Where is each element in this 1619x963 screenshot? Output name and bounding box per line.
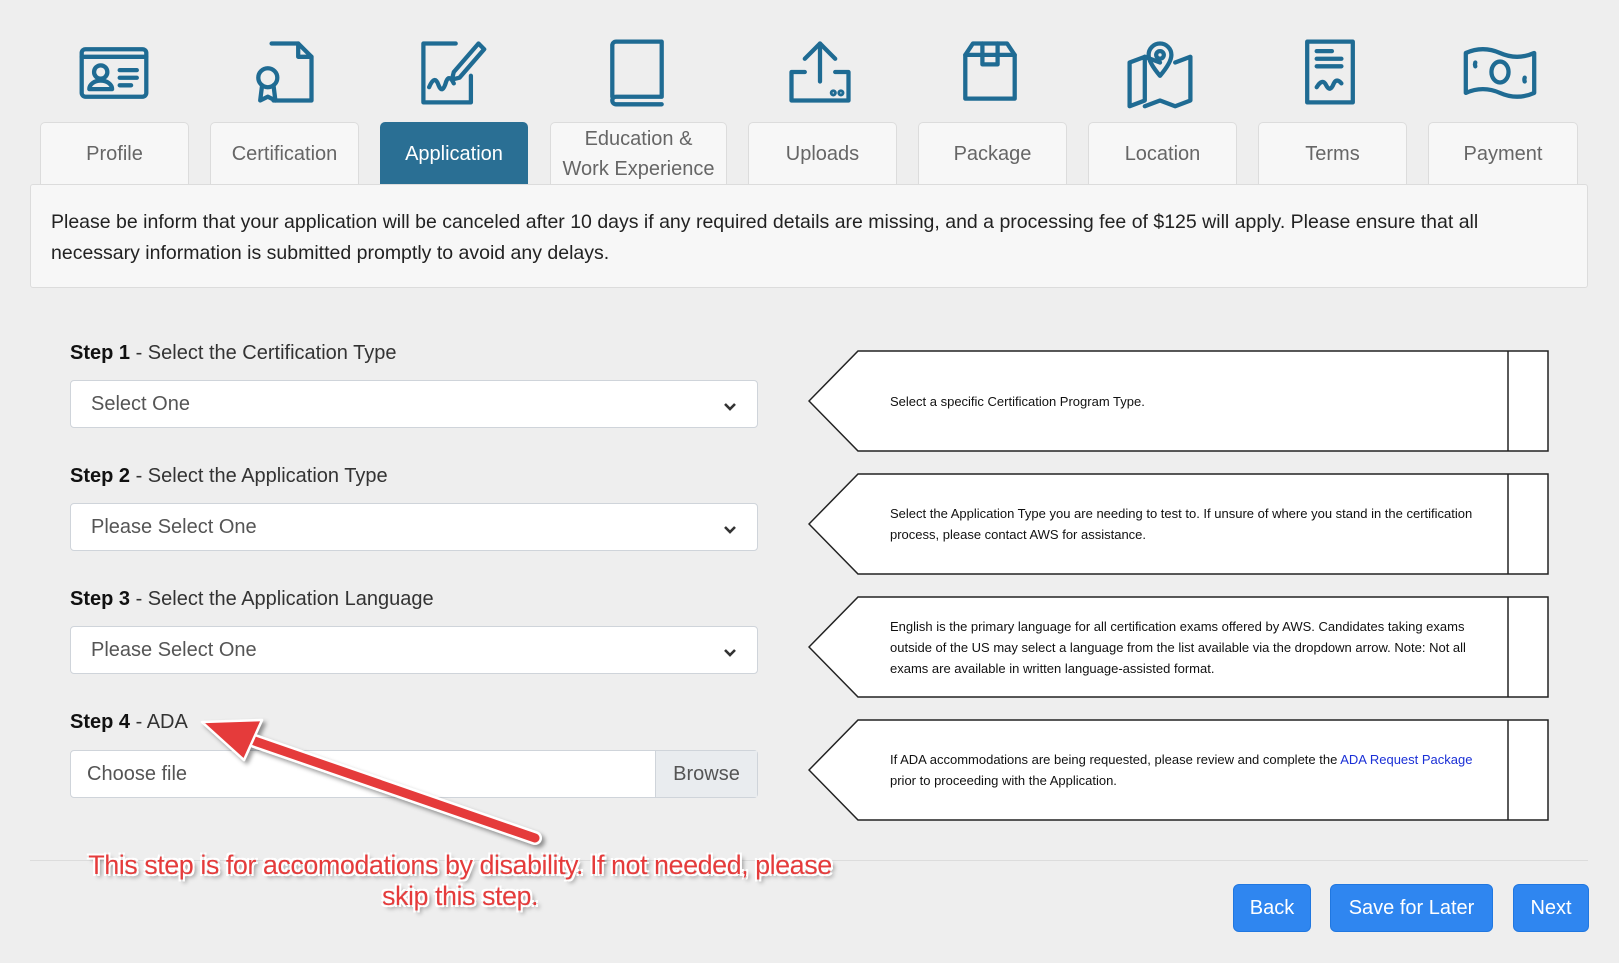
cancellation-notice: Please be inform that your application w… <box>30 184 1588 288</box>
chevron-down-icon <box>723 520 737 534</box>
help-text: Select the Application Type you are need… <box>890 506 1473 542</box>
signature-icon[interactable] <box>410 32 490 112</box>
tab-label: Location <box>1124 142 1201 165</box>
upload-icon[interactable] <box>780 32 860 112</box>
step-title: - Select the Application Type <box>130 465 388 487</box>
select-value: Please Select One <box>91 638 257 661</box>
annotation-text: This step is for accomodations by disabi… <box>60 850 860 912</box>
step-title: - Select the Certification Type <box>130 342 397 364</box>
money-icon[interactable] <box>1460 32 1540 112</box>
tab-label: Profile <box>86 142 143 165</box>
annotation-line-2: skip this step. <box>381 881 539 911</box>
tab-certification[interactable]: Certification <box>210 122 359 184</box>
help-text: English is the primary language for all … <box>890 618 1466 676</box>
tab-location[interactable]: Location <box>1088 122 1237 184</box>
book-icon[interactable] <box>597 32 677 112</box>
step-3-help-callout: English is the primary language for all … <box>808 596 1550 698</box>
step-number: Step 2 <box>70 465 131 487</box>
help-text-pre: If ADA accommodations are being requeste… <box>890 752 1341 767</box>
step-number: Step 4 <box>70 711 131 733</box>
tab-terms[interactable]: Terms <box>1258 122 1407 184</box>
tab-label: Payment <box>1463 142 1543 165</box>
tab-uploads[interactable]: Uploads <box>748 122 897 184</box>
next-button[interactable]: Next <box>1513 884 1589 932</box>
tab-label: Application <box>405 142 503 165</box>
step-3-label: Step 3 - Select the Application Language <box>70 588 434 611</box>
select-value: Please Select One <box>91 515 257 538</box>
back-button[interactable]: Back <box>1233 884 1311 932</box>
browse-button[interactable]: Browse <box>655 751 757 797</box>
tab-label: Uploads <box>785 142 860 165</box>
chevron-down-icon <box>723 397 737 411</box>
step-title: - ADA <box>130 711 188 733</box>
help-text: Select a specific Certification Program … <box>890 393 1145 409</box>
ada-file-input[interactable]: Choose file Browse <box>70 750 758 798</box>
select-value: Select One <box>91 392 190 415</box>
annotation-line-1: This step is for accomodations by disabi… <box>88 850 832 880</box>
help-text-post: prior to proceeding with the Application… <box>890 773 1117 788</box>
step-number: Step 1 <box>70 342 131 364</box>
tab-profile[interactable]: Profile <box>40 122 189 184</box>
help-text: If ADA accommodations are being requeste… <box>890 719 1490 821</box>
chevron-down-icon <box>723 643 737 657</box>
step-2-help-callout: Select the Application Type you are need… <box>808 473 1550 575</box>
tab-label: Education & Work Experience <box>562 127 715 180</box>
certification-type-select[interactable]: Select One <box>70 380 758 428</box>
application-language-select[interactable]: Please Select One <box>70 626 758 674</box>
file-placeholder: Choose file <box>87 762 188 785</box>
tab-payment[interactable]: Payment <box>1428 122 1578 184</box>
step-1-label: Step 1 - Select the Certification Type <box>70 342 396 365</box>
tab-package[interactable]: Package <box>918 122 1067 184</box>
tab-application[interactable]: Application <box>380 122 528 184</box>
document-icon[interactable] <box>1290 32 1370 112</box>
package-icon[interactable] <box>950 32 1030 112</box>
step-icons-row <box>0 32 1619 112</box>
application-type-select[interactable]: Please Select One <box>70 503 758 551</box>
step-number: Step 3 <box>70 588 131 610</box>
step-4-label: Step 4 - ADA <box>70 711 188 734</box>
tab-label: Terms <box>1305 142 1360 165</box>
map-icon[interactable] <box>1120 32 1200 112</box>
id-card-icon[interactable] <box>74 32 154 112</box>
save-for-later-button[interactable]: Save for Later <box>1330 884 1493 932</box>
application-page: Profile Certification Application Educat… <box>0 0 1619 963</box>
step-4-help-callout: If ADA accommodations are being requeste… <box>808 719 1550 821</box>
tab-label: Certification <box>231 142 338 165</box>
tab-education-work-experience[interactable]: Education & Work Experience <box>550 122 727 184</box>
step-2-label: Step 2 - Select the Application Type <box>70 465 388 488</box>
certificate-icon[interactable] <box>243 32 323 112</box>
step-1-help-callout: Select a specific Certification Program … <box>808 350 1550 452</box>
ada-request-package-link[interactable]: ADA Request Package <box>1340 752 1472 767</box>
step-title: - Select the Application Language <box>130 588 434 610</box>
tab-label: Package <box>953 142 1032 165</box>
